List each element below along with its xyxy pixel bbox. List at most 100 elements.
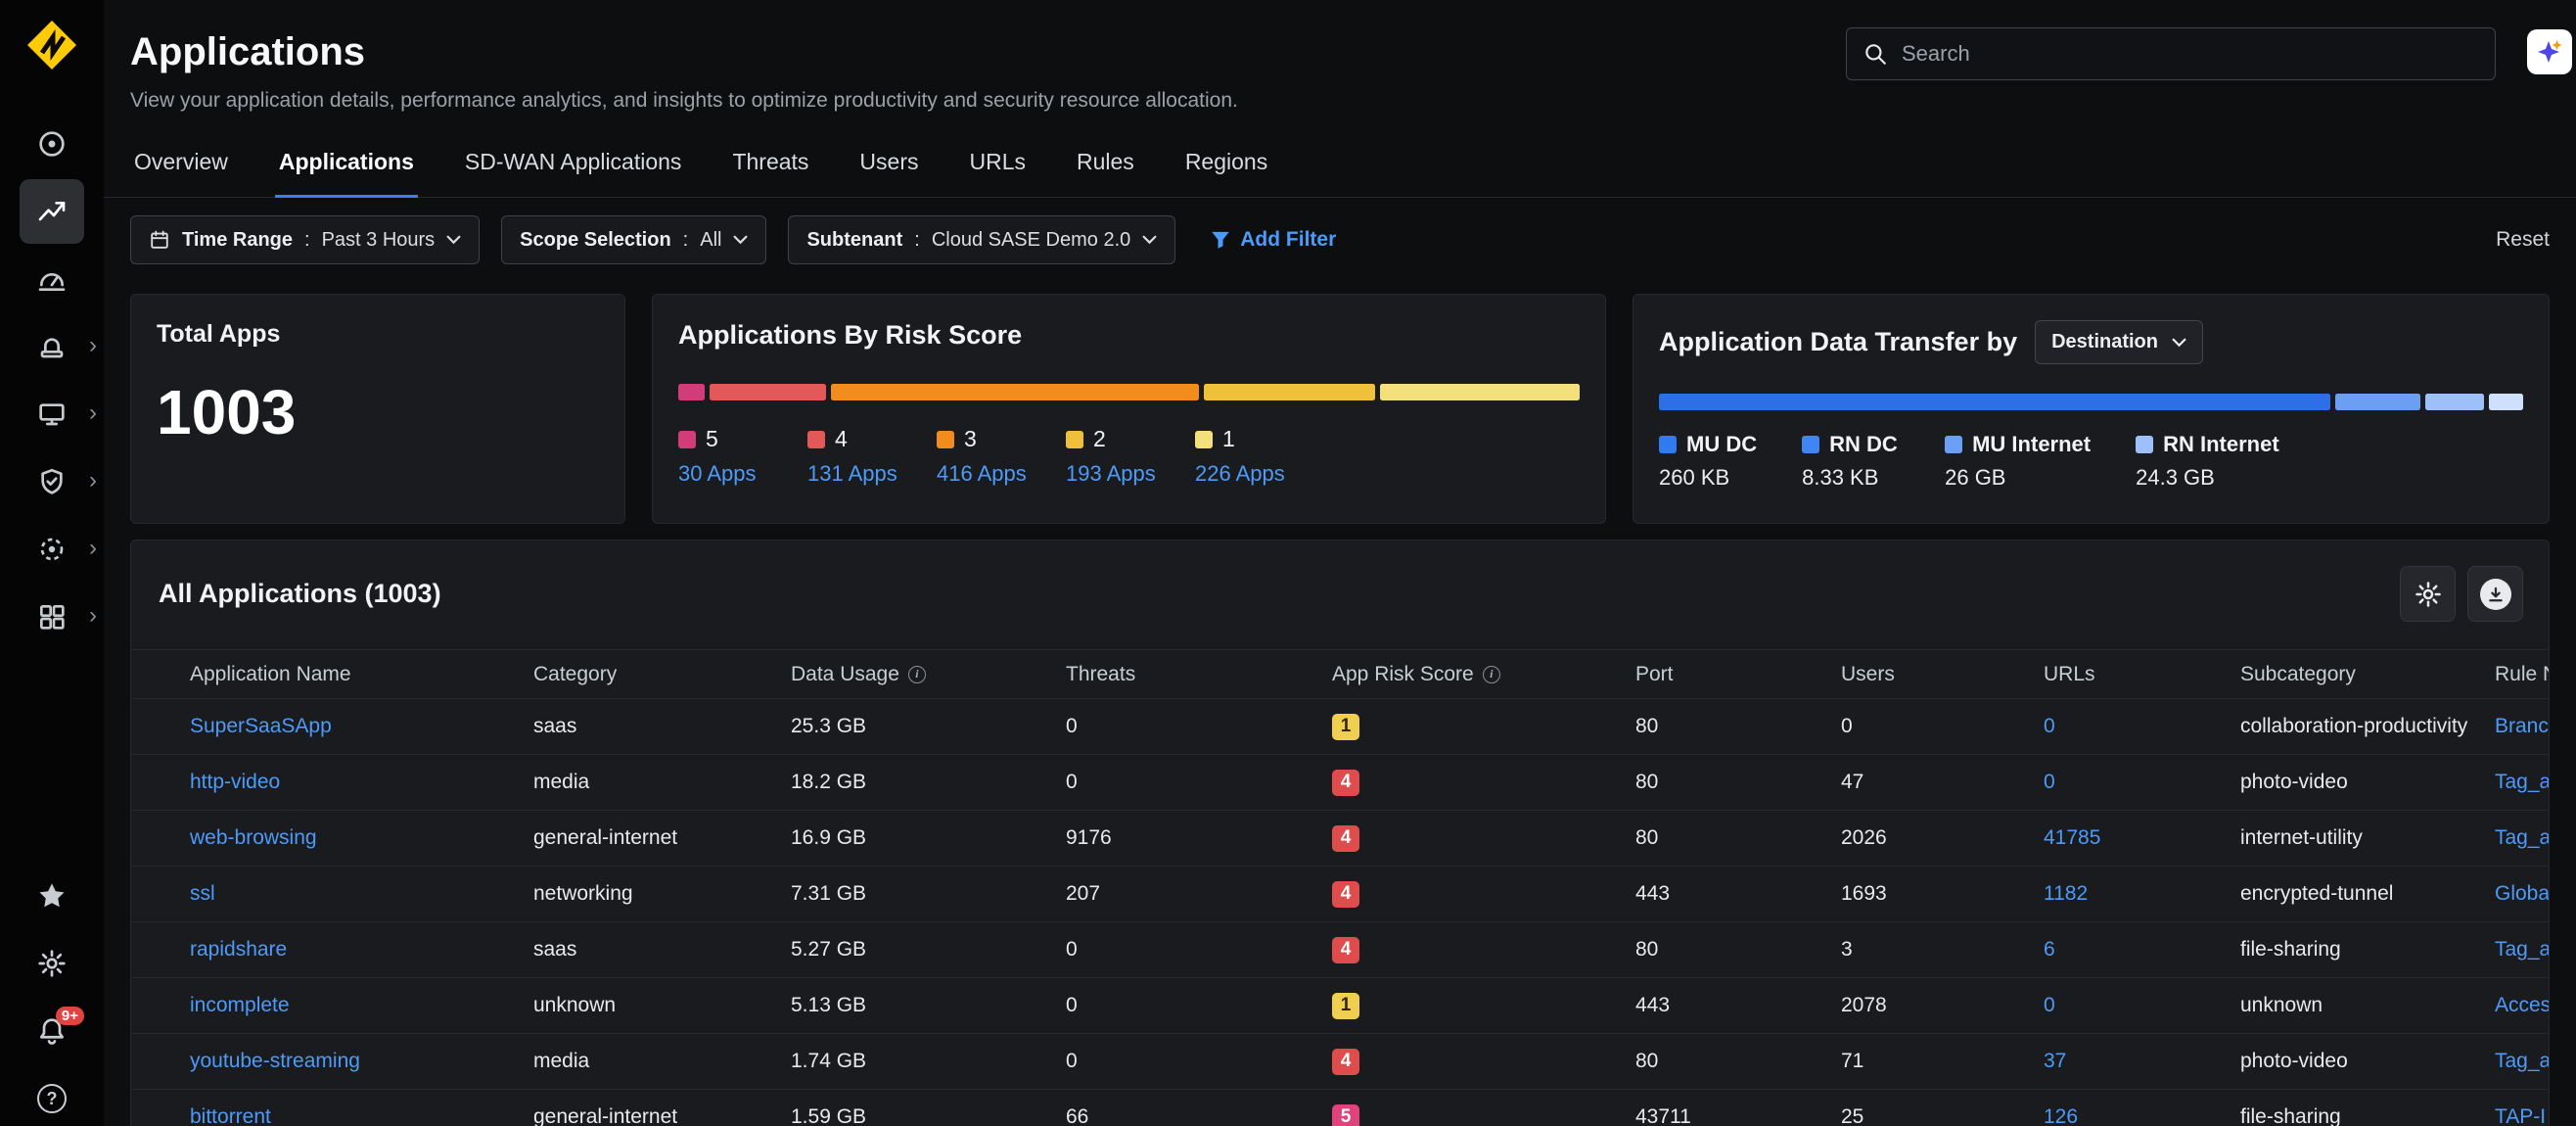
search-bar[interactable] — [1846, 27, 2496, 80]
siren-icon — [36, 331, 68, 362]
sidebar-item-dashboard[interactable] — [20, 247, 84, 311]
total-apps-value: 1003 — [157, 376, 599, 448]
col-users[interactable]: Users — [1841, 663, 2044, 686]
risk-score-badge: 1 — [1332, 714, 1359, 740]
urls-link[interactable]: 126 — [2044, 1105, 2078, 1126]
threats-cell: 0 — [1066, 938, 1332, 962]
users-cell: 2026 — [1841, 826, 2044, 850]
rule-link[interactable]: Acces — [2495, 994, 2549, 1016]
info-icon[interactable]: i — [908, 666, 926, 683]
sidebar-item-alerts[interactable]: › — [20, 314, 84, 379]
app-name-link[interactable]: SuperSaaSApp — [190, 715, 332, 737]
rule-link[interactable]: Globa — [2495, 882, 2549, 905]
col-rule-name[interactable]: Rule N — [2495, 663, 2549, 686]
rule-link[interactable]: Branc — [2495, 715, 2549, 737]
rule-link[interactable]: Tag_a — [2495, 771, 2549, 793]
threats-cell: 0 — [1066, 1050, 1332, 1073]
sidebar-item-insights[interactable] — [20, 112, 84, 176]
apps-count-link[interactable]: 416 Apps — [937, 461, 1027, 487]
notifications-bell-icon[interactable]: 9+ — [35, 1014, 69, 1048]
threats-cell: 66 — [1066, 1105, 1332, 1126]
category-cell: media — [533, 771, 791, 794]
col-application-name[interactable]: Application Name — [190, 663, 533, 686]
app-name-link[interactable]: bittorrent — [190, 1105, 271, 1126]
apps-count-link[interactable]: 30 Apps — [678, 461, 768, 487]
tab-rules[interactable]: Rules — [1073, 141, 1138, 198]
sidebar-item-activity[interactable] — [20, 179, 84, 244]
sidebar: › › › › — [0, 0, 104, 1126]
time-range-filter[interactable]: Time Range:Past 3 Hours — [130, 215, 480, 264]
legend-swatch — [1659, 436, 1677, 453]
rule-link[interactable]: Tag_a — [2495, 938, 2549, 961]
col-threats[interactable]: Threats — [1066, 663, 1332, 686]
tab-applications[interactable]: Applications — [275, 141, 418, 198]
urls-link[interactable]: 6 — [2044, 938, 2055, 961]
info-icon[interactable]: i — [1483, 666, 1500, 683]
col-subcategory[interactable]: Subcategory — [2240, 663, 2495, 686]
risk-bar-segment-3 — [831, 384, 1199, 400]
reset-button[interactable]: Reset — [2496, 228, 2550, 252]
apps-count-link[interactable]: 226 Apps — [1195, 461, 1285, 487]
transfer-legend-item: MU DC 260 KB — [1659, 432, 1757, 491]
tab-sdwan-applications[interactable]: SD-WAN Applications — [461, 141, 686, 198]
search-input[interactable] — [1902, 41, 2479, 67]
urls-link[interactable]: 37 — [2044, 1050, 2066, 1072]
table-row: http-video media 18.2 GB 0 4 80 47 0 pho… — [131, 754, 2549, 810]
col-category[interactable]: Category — [533, 663, 791, 686]
risk-score-title: Applications By Risk Score — [678, 320, 1580, 351]
settings-gear-icon[interactable] — [35, 947, 69, 980]
rule-link[interactable]: TAP-I — [2495, 1105, 2546, 1126]
col-urls[interactable]: URLs — [2044, 663, 2240, 686]
col-port[interactable]: Port — [1635, 663, 1841, 686]
transfer-bar-segment — [2335, 394, 2420, 410]
apps-count-link[interactable]: 131 Apps — [807, 461, 897, 487]
urls-link[interactable]: 0 — [2044, 771, 2055, 793]
subtenant-filter[interactable]: Subtenant:Cloud SASE Demo 2.0 — [788, 215, 1175, 264]
favorites-star-icon[interactable] — [35, 879, 69, 913]
transfer-by-selector[interactable]: Destination — [2035, 320, 2203, 364]
app-name-link[interactable]: incomplete — [190, 994, 290, 1016]
category-cell: general-internet — [533, 1105, 791, 1126]
sidebar-item-security[interactable]: › — [20, 449, 84, 514]
sidebar-nav: › › › › — [20, 112, 84, 649]
table-settings-button[interactable] — [2400, 566, 2456, 622]
help-icon[interactable]: ? — [35, 1082, 69, 1115]
app-name-link[interactable]: youtube-streaming — [190, 1050, 360, 1072]
urls-link[interactable]: 41785 — [2044, 826, 2100, 849]
rule-link[interactable]: Tag_a — [2495, 1050, 2549, 1072]
risk-legend-item: 3 416 Apps — [937, 426, 1027, 487]
sidebar-item-workflows[interactable]: › — [20, 585, 84, 649]
threats-cell: 0 — [1066, 994, 1332, 1017]
apps-count-link[interactable]: 193 Apps — [1066, 461, 1156, 487]
table-row: web-browsing general-internet 16.9 GB 91… — [131, 810, 2549, 866]
tab-overview[interactable]: Overview — [130, 141, 232, 198]
rule-link[interactable]: Tag_a — [2495, 826, 2549, 849]
transfer-legend-item: MU Internet 26 GB — [1945, 432, 2091, 491]
urls-link[interactable]: 0 — [2044, 715, 2055, 737]
app-name-link[interactable]: ssl — [190, 882, 215, 905]
scope-selection-filter[interactable]: Scope Selection:All — [501, 215, 766, 264]
table-row: incomplete unknown 5.13 GB 0 1 443 2078 … — [131, 977, 2549, 1033]
app-name-link[interactable]: web-browsing — [190, 826, 317, 849]
speedometer-icon — [36, 263, 68, 295]
table-download-button[interactable] — [2467, 566, 2523, 622]
threats-cell: 0 — [1066, 771, 1332, 794]
add-filter-button[interactable]: Add Filter — [1211, 228, 1336, 252]
sidebar-item-devices[interactable]: › — [20, 382, 84, 446]
app-name-link[interactable]: http-video — [190, 771, 280, 793]
users-cell: 47 — [1841, 771, 2044, 794]
tab-users[interactable]: Users — [855, 141, 922, 198]
data-usage-cell: 16.9 GB — [791, 826, 1066, 850]
sidebar-item-operations[interactable]: › — [20, 517, 84, 582]
copilot-sparkle-icon[interactable] — [2527, 29, 2572, 74]
col-app-risk-score[interactable]: App Risk Scorei — [1332, 663, 1635, 686]
tab-threats[interactable]: Threats — [728, 141, 812, 198]
urls-link[interactable]: 0 — [2044, 994, 2055, 1016]
app-name-link[interactable]: rapidshare — [190, 938, 287, 961]
col-data-usage[interactable]: Data Usagei — [791, 663, 1066, 686]
transfer-legend-item: RN DC 8.33 KB — [1802, 432, 1900, 491]
brand-logo-icon[interactable] — [24, 18, 79, 72]
urls-link[interactable]: 1182 — [2044, 882, 2088, 905]
tab-urls[interactable]: URLs — [965, 141, 1030, 198]
tab-regions[interactable]: Regions — [1181, 141, 1271, 198]
